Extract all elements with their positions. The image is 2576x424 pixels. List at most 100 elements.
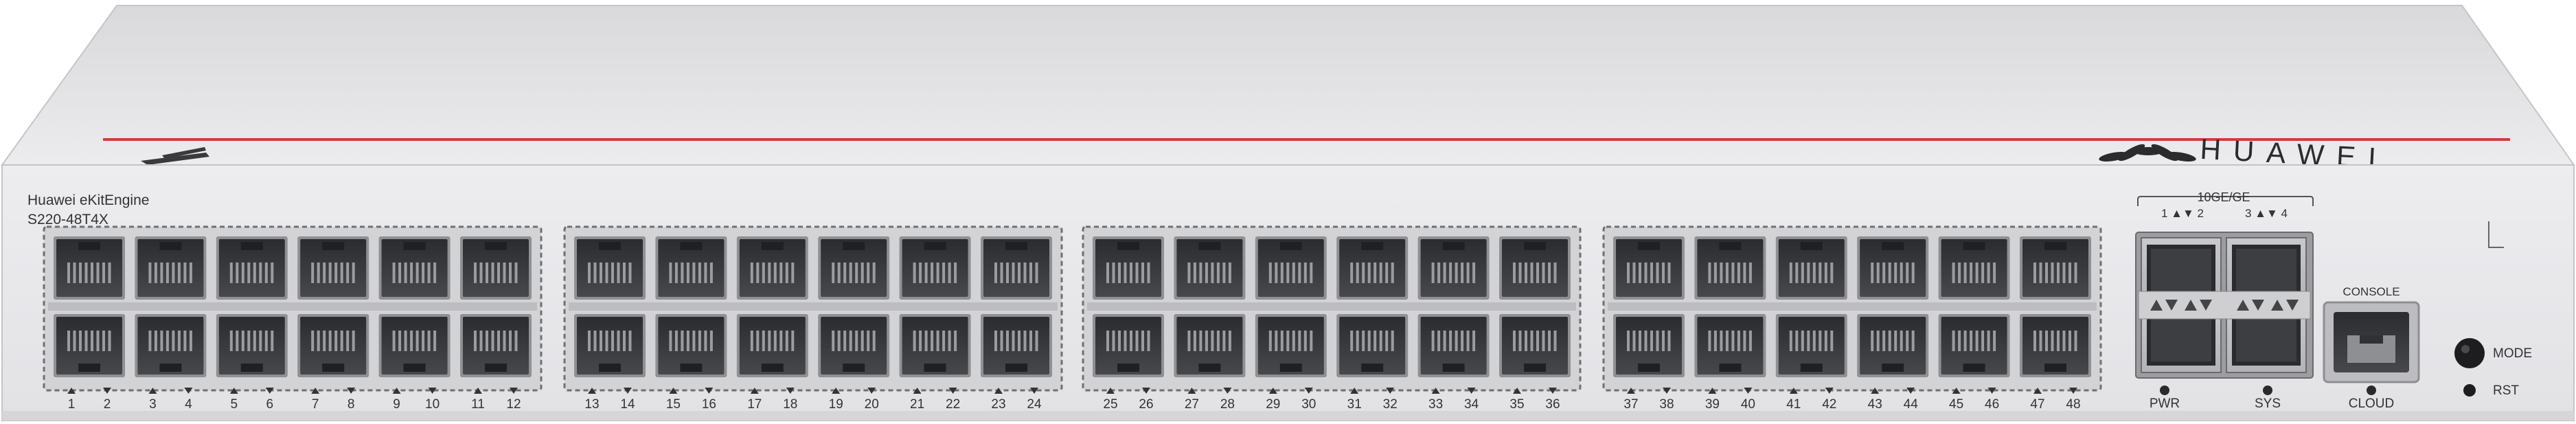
rj45-port[interactable] <box>818 314 890 377</box>
rj45-port[interactable] <box>1694 236 1766 300</box>
sfp-label-1-2: 1 ▲▼ 2 <box>2161 207 2204 220</box>
switch-front-panel: HUAWEI Huawei eKitEngine S220-48T4X 1234… <box>1 5 2575 421</box>
rj45-port[interactable] <box>1093 236 1164 300</box>
rj45-port[interactable] <box>1775 314 1847 377</box>
port-number: 46 <box>1985 397 1999 412</box>
port-number: 14 <box>620 397 635 412</box>
rj45-port[interactable] <box>899 314 971 377</box>
rj45-port[interactable] <box>1255 236 1327 300</box>
rj45-port[interactable] <box>899 236 971 300</box>
port-number: 35 <box>1509 397 1524 412</box>
rj45-port[interactable] <box>574 236 646 300</box>
rj45-port[interactable] <box>135 314 207 377</box>
rj45-port[interactable] <box>1174 236 1246 300</box>
port-number: 6 <box>266 397 274 412</box>
rj45-port[interactable] <box>2020 314 2091 377</box>
reset-pinhole[interactable] <box>2463 384 2476 397</box>
port-number: 37 <box>1623 397 1638 412</box>
port-number: 42 <box>1822 397 1836 412</box>
port-number: 38 <box>1659 397 1674 412</box>
port-number: 32 <box>1383 397 1398 412</box>
port-number: 12 <box>506 397 521 412</box>
rj45-port[interactable] <box>1938 236 2010 300</box>
rj45-port[interactable] <box>574 314 646 377</box>
cloud-led <box>2367 386 2376 395</box>
rj45-port[interactable] <box>378 236 451 300</box>
port-number: 2 <box>104 397 111 412</box>
port-number: 3 <box>149 397 157 412</box>
rj45-port[interactable] <box>1499 236 1571 300</box>
port-number: 24 <box>1027 397 1042 412</box>
port-number: 44 <box>1904 397 1919 412</box>
rj45-port[interactable] <box>655 314 727 377</box>
port-number: 5 <box>231 397 238 412</box>
rj45-port[interactable] <box>460 314 532 377</box>
top-cover <box>1 5 2575 166</box>
port-number: 47 <box>2030 397 2044 412</box>
product-line-label: Huawei eKitEngine <box>27 192 149 208</box>
model-label: S220-48T4X <box>27 212 109 227</box>
port-number: 36 <box>1545 397 1560 412</box>
port-number: 25 <box>1103 397 1117 412</box>
rj45-port[interactable] <box>736 314 808 377</box>
rj45-port[interactable] <box>1857 314 1929 377</box>
port-number: 34 <box>1464 397 1479 412</box>
rj45-port[interactable] <box>1938 314 2010 377</box>
rj45-port[interactable] <box>54 236 125 300</box>
rj45-port[interactable] <box>1857 236 1929 300</box>
port-number: 29 <box>1266 397 1280 412</box>
rj45-port[interactable] <box>1336 314 1409 377</box>
port-number: 41 <box>1786 397 1801 412</box>
rj45-port[interactable] <box>981 314 1052 377</box>
port-number: 23 <box>991 397 1005 412</box>
port-number: 43 <box>1868 397 1882 412</box>
sfp-title: 10GE/GE <box>2197 190 2250 204</box>
rj45-port[interactable] <box>54 314 125 377</box>
rj45-port[interactable] <box>135 236 207 300</box>
rj45-port[interactable] <box>1613 314 1685 377</box>
rj45-port[interactable] <box>655 236 727 300</box>
port-number: 19 <box>829 397 843 412</box>
rj45-port[interactable] <box>1417 314 1490 377</box>
rj45-port[interactable] <box>2020 236 2091 300</box>
port-number: 11 <box>471 397 485 412</box>
rj45-port[interactable] <box>1499 314 1571 377</box>
rj45-port[interactable] <box>1775 236 1847 300</box>
port-number: 33 <box>1428 397 1443 412</box>
rj45-port[interactable] <box>1336 236 1409 300</box>
rj45-port[interactable] <box>297 236 369 300</box>
rj45-port[interactable] <box>297 314 369 377</box>
rj45-port[interactable] <box>981 236 1052 300</box>
port-number: 28 <box>1220 397 1235 412</box>
port-number: 15 <box>666 397 681 412</box>
rj45-port[interactable] <box>378 314 451 377</box>
sfp-label-3-4: 3 ▲▼ 4 <box>2245 207 2288 220</box>
port-number: 40 <box>1741 397 1755 412</box>
rj45-port[interactable] <box>216 236 288 300</box>
rj45-port[interactable] <box>1694 314 1766 377</box>
rj45-port[interactable] <box>460 236 532 300</box>
rj45-port[interactable] <box>1255 314 1327 377</box>
port-number: 48 <box>2066 397 2080 412</box>
sys-led <box>2263 386 2272 395</box>
rj45-port[interactable] <box>1613 236 1685 300</box>
port-number: 20 <box>865 397 879 412</box>
port-number: 16 <box>702 397 716 412</box>
rj45-port[interactable] <box>1093 314 1164 377</box>
rj45-port[interactable] <box>1417 236 1490 300</box>
pwr-label: PWR <box>2150 397 2180 411</box>
rj45-port[interactable] <box>216 314 288 377</box>
port-number: 10 <box>425 397 440 412</box>
cloud-label: CLOUD <box>2349 397 2395 411</box>
console-label: CONSOLE <box>2343 285 2400 298</box>
port-number: 7 <box>312 397 319 412</box>
port-number: 31 <box>1347 397 1362 412</box>
mode-button[interactable] <box>2454 338 2485 368</box>
port-number: 9 <box>393 397 400 412</box>
port-number: 45 <box>1949 397 1963 412</box>
port-number: 39 <box>1705 397 1720 412</box>
rj45-port[interactable] <box>818 236 890 300</box>
pwr-led <box>2160 386 2169 395</box>
rj45-port[interactable] <box>1174 314 1246 377</box>
rj45-port[interactable] <box>736 236 808 300</box>
